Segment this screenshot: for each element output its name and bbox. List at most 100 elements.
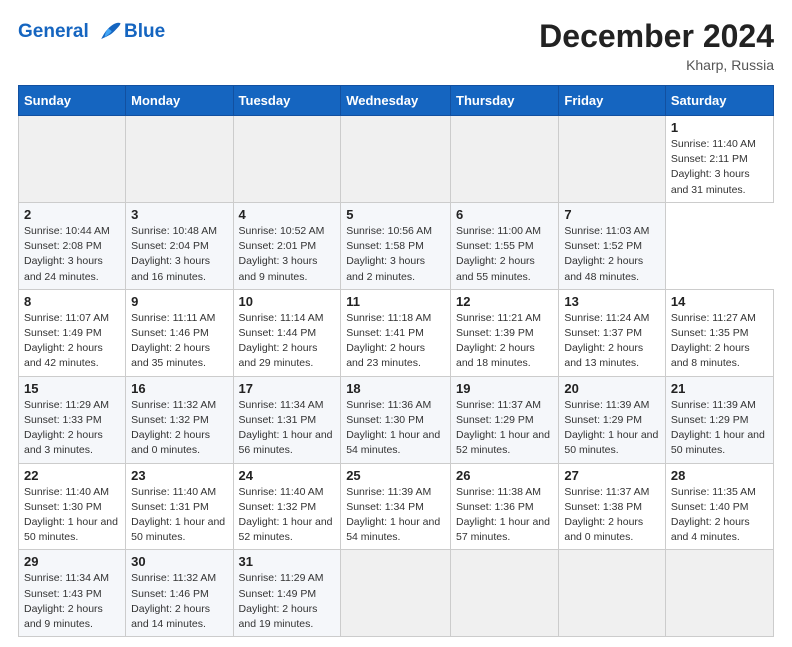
day-cell-16: 16Sunrise: 11:32 AMSunset: 1:32 PMDaylig…	[126, 376, 233, 463]
day-cell-1: 1 Sunrise: 11:40 AMSunset: 2:11 PMDayligh…	[665, 116, 773, 203]
day-number: 4	[239, 207, 336, 222]
day-number: 18	[346, 381, 445, 396]
day-cell-7: 7 Sunrise: 11:03 AMSunset: 1:52 PMDayligh…	[559, 202, 666, 289]
day-info: Sunrise: 11:14 AMSunset: 1:44 PMDaylight…	[239, 311, 336, 372]
calendar-week-5: 22 Sunrise: 11:40 AMSunset: 1:30 PMDaylig…	[19, 463, 774, 550]
day-cell-2: 2Sunrise: 10:44 AMSunset: 2:08 PMDayligh…	[19, 202, 126, 289]
day-cell-8: 8Sunrise: 11:07 AMSunset: 1:49 PMDayligh…	[19, 289, 126, 376]
day-cell-18: 18Sunrise: 11:36 AMSunset: 1:30 PMDaylig…	[341, 376, 451, 463]
empty-cell	[665, 550, 773, 637]
logo-blue: Blue	[124, 22, 165, 43]
weekday-header-friday: Friday	[559, 86, 666, 116]
day-info: Sunrise: 10:52 AMSunset: 2:01 PMDaylight…	[239, 224, 336, 285]
empty-cell	[126, 116, 233, 203]
day-number: 16	[131, 381, 227, 396]
day-cell-5: 5Sunrise: 10:56 AMSunset: 1:58 PMDayligh…	[341, 202, 451, 289]
day-info: Sunrise: 11:35 AMSunset: 1:40 PMDaylight…	[671, 485, 768, 546]
day-number: 3	[131, 207, 227, 222]
day-info: Sunrise: 10:44 AMSunset: 2:08 PMDaylight…	[24, 224, 120, 285]
page: General Blue December 2024 Kharp, Russia…	[0, 0, 792, 647]
day-cell-23: 23Sunrise: 11:40 AMSunset: 1:31 PMDaylig…	[126, 463, 233, 550]
day-cell-27: 27Sunrise: 11:37 AMSunset: 1:38 PMDaylig…	[559, 463, 666, 550]
day-number: 5	[346, 207, 445, 222]
day-number: 15	[24, 381, 120, 396]
day-info: Sunrise: 11:18 AMSunset: 1:41 PMDaylight…	[346, 311, 445, 372]
empty-cell	[451, 116, 559, 203]
day-number: 21	[671, 381, 768, 396]
day-cell-15: 15Sunrise: 11:29 AMSunset: 1:33 PMDaylig…	[19, 376, 126, 463]
day-info: Sunrise: 11:37 AMSunset: 1:38 PMDaylight…	[564, 485, 660, 546]
day-info: Sunrise: 10:48 AMSunset: 2:04 PMDaylight…	[131, 224, 227, 285]
day-info: Sunrise: 11:24 AMSunset: 1:37 PMDaylight…	[564, 311, 660, 372]
day-cell-3: 3 Sunrise: 10:48 AMSunset: 2:04 PMDayligh…	[126, 202, 233, 289]
day-info: Sunrise: 11:40 AMSunset: 2:11 PMDaylight…	[671, 137, 768, 198]
day-number: 6	[456, 207, 553, 222]
day-cell-10: 10 Sunrise: 11:14 AMSunset: 1:44 PMDaylig…	[233, 289, 341, 376]
calendar-week-6: 29Sunrise: 11:34 AMSunset: 1:43 PMDaylig…	[19, 550, 774, 637]
day-number: 17	[239, 381, 336, 396]
day-cell-31: 31 Sunrise: 11:29 AMSunset: 1:49 PMDaylig…	[233, 550, 341, 637]
day-number: 1	[671, 120, 768, 135]
day-cell-12: 12Sunrise: 11:21 AMSunset: 1:39 PMDaylig…	[451, 289, 559, 376]
logo-bird-icon	[96, 18, 124, 46]
logo: General Blue	[18, 18, 165, 46]
day-cell-29: 29Sunrise: 11:34 AMSunset: 1:43 PMDaylig…	[19, 550, 126, 637]
day-info: Sunrise: 11:38 AMSunset: 1:36 PMDaylight…	[456, 485, 553, 546]
empty-cell	[19, 116, 126, 203]
day-number: 7	[564, 207, 660, 222]
weekday-header-monday: Monday	[126, 86, 233, 116]
title-area: December 2024 Kharp, Russia	[539, 18, 774, 73]
day-cell-17: 17 Sunrise: 11:34 AMSunset: 1:31 PMDaylig…	[233, 376, 341, 463]
weekday-header-wednesday: Wednesday	[341, 86, 451, 116]
day-number: 31	[239, 554, 336, 569]
day-cell-21: 21Sunrise: 11:39 AMSunset: 1:29 PMDaylig…	[665, 376, 773, 463]
day-cell-19: 19Sunrise: 11:37 AMSunset: 1:29 PMDaylig…	[451, 376, 559, 463]
empty-cell	[451, 550, 559, 637]
day-cell-25: 25Sunrise: 11:39 AMSunset: 1:34 PMDaylig…	[341, 463, 451, 550]
empty-cell	[559, 116, 666, 203]
empty-cell	[341, 116, 451, 203]
empty-cell	[233, 116, 341, 203]
day-info: Sunrise: 11:40 AMSunset: 1:31 PMDaylight…	[131, 485, 227, 546]
day-cell-26: 26 Sunrise: 11:38 AMSunset: 1:36 PMDaylig…	[451, 463, 559, 550]
day-info: Sunrise: 11:34 AMSunset: 1:31 PMDaylight…	[239, 398, 336, 459]
day-number: 25	[346, 468, 445, 483]
empty-cell	[341, 550, 451, 637]
day-info: Sunrise: 11:07 AMSunset: 1:49 PMDaylight…	[24, 311, 120, 372]
day-cell-24: 24Sunrise: 11:40 AMSunset: 1:32 PMDaylig…	[233, 463, 341, 550]
weekday-header-tuesday: Tuesday	[233, 86, 341, 116]
calendar-week-4: 15Sunrise: 11:29 AMSunset: 1:33 PMDaylig…	[19, 376, 774, 463]
day-info: Sunrise: 11:39 AMSunset: 1:29 PMDaylight…	[564, 398, 660, 459]
day-number: 19	[456, 381, 553, 396]
day-number: 26	[456, 468, 553, 483]
weekday-header-saturday: Saturday	[665, 86, 773, 116]
day-cell-11: 11 Sunrise: 11:18 AMSunset: 1:41 PMDaylig…	[341, 289, 451, 376]
day-number: 14	[671, 294, 768, 309]
day-number: 22	[24, 468, 120, 483]
day-cell-13: 13Sunrise: 11:24 AMSunset: 1:37 PMDaylig…	[559, 289, 666, 376]
weekday-header-row: SundayMondayTuesdayWednesdayThursdayFrid…	[19, 86, 774, 116]
day-cell-9: 9Sunrise: 11:11 AMSunset: 1:46 PMDayligh…	[126, 289, 233, 376]
empty-cell	[559, 550, 666, 637]
day-number: 28	[671, 468, 768, 483]
day-cell-20: 20 Sunrise: 11:39 AMSunset: 1:29 PMDaylig…	[559, 376, 666, 463]
day-cell-4: 4 Sunrise: 10:52 AMSunset: 2:01 PMDayligh…	[233, 202, 341, 289]
day-number: 11	[346, 294, 445, 309]
weekday-header-thursday: Thursday	[451, 86, 559, 116]
location: Kharp, Russia	[539, 57, 774, 73]
day-number: 10	[239, 294, 336, 309]
day-number: 20	[564, 381, 660, 396]
calendar-week-1: 1 Sunrise: 11:40 AMSunset: 2:11 PMDayligh…	[19, 116, 774, 203]
day-info: Sunrise: 11:29 AMSunset: 1:49 PMDaylight…	[239, 571, 336, 632]
logo-general: General	[18, 21, 89, 42]
header: General Blue December 2024 Kharp, Russia	[18, 18, 774, 73]
day-info: Sunrise: 11:11 AMSunset: 1:46 PMDaylight…	[131, 311, 227, 372]
day-info: Sunrise: 11:40 AMSunset: 1:30 PMDaylight…	[24, 485, 120, 546]
calendar-week-3: 8Sunrise: 11:07 AMSunset: 1:49 PMDayligh…	[19, 289, 774, 376]
weekday-header-sunday: Sunday	[19, 86, 126, 116]
day-info: Sunrise: 11:34 AMSunset: 1:43 PMDaylight…	[24, 571, 120, 632]
day-info: Sunrise: 11:27 AMSunset: 1:35 PMDaylight…	[671, 311, 768, 372]
day-info: Sunrise: 11:03 AMSunset: 1:52 PMDaylight…	[564, 224, 660, 285]
day-cell-14: 14 Sunrise: 11:27 AMSunset: 1:35 PMDaylig…	[665, 289, 773, 376]
day-info: Sunrise: 11:21 AMSunset: 1:39 PMDaylight…	[456, 311, 553, 372]
